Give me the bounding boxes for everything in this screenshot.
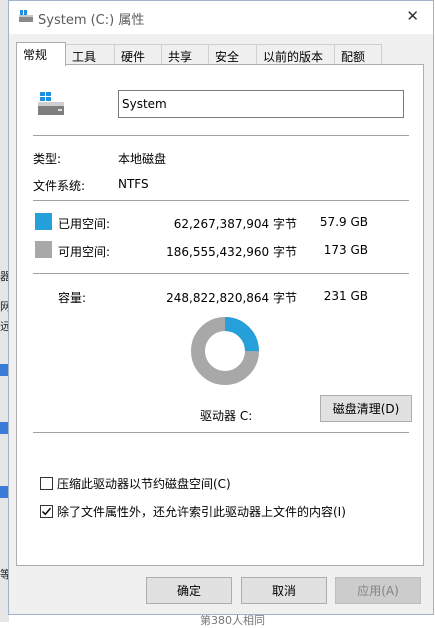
compress-label: 压缩此驱动器以节约磁盘空间(C)	[57, 477, 231, 491]
separator	[33, 135, 409, 136]
hard-drive-icon	[38, 92, 64, 115]
apply-button[interactable]: 应用(A)	[335, 577, 421, 604]
free-space-label: 可用空间:	[58, 245, 111, 259]
title-bar[interactable]: System (C:) 属性 ✕	[9, 1, 433, 34]
capacity-bytes: 248,822,820,864 字节	[166, 291, 297, 305]
used-space-size: 57.9 GB	[319, 215, 368, 229]
properties-dialog: System (C:) 属性 ✕ 常规 工具 硬件 共享 安全 以前的版本 配额…	[8, 0, 434, 615]
used-space-label: 已用空间:	[58, 217, 111, 231]
free-space-swatch	[35, 241, 52, 258]
tab-quota[interactable]: 配额	[334, 44, 382, 65]
separator	[33, 273, 409, 274]
compress-checkbox[interactable]	[40, 477, 53, 490]
tab-general[interactable]: 常规	[16, 42, 66, 66]
free-space-size: 173 GB	[323, 243, 368, 257]
type-label: 类型:	[33, 152, 62, 166]
tab-sharing[interactable]: 共享	[161, 44, 209, 65]
separator	[33, 200, 409, 201]
tab-security[interactable]: 安全	[208, 44, 257, 65]
filesystem-value: NTFS	[118, 177, 149, 191]
tab-previous-versions[interactable]: 以前的版本	[256, 44, 335, 65]
cancel-button[interactable]: 取消	[241, 577, 327, 604]
drive-letter-label: 驱动器 C:	[200, 409, 253, 423]
window-title: System (C:) 属性	[38, 13, 145, 28]
index-checkbox[interactable]	[40, 505, 53, 518]
checkmark-icon	[41, 507, 52, 516]
drive-name-input[interactable]	[118, 90, 404, 118]
general-tab-panel: 类型: 本地磁盘 文件系统: NTFS 已用空间: 62,267,387,904…	[16, 64, 424, 566]
separator	[33, 432, 409, 433]
index-label: 除了文件属性外，还允许索引此驱动器上文件的内容(I)	[57, 505, 346, 519]
ok-button[interactable]: 确定	[146, 577, 232, 604]
used-space-swatch	[35, 213, 52, 230]
drive-icon	[19, 10, 33, 22]
tab-tools[interactable]: 工具	[65, 44, 115, 65]
disk-usage-donut	[191, 317, 259, 385]
type-value: 本地磁盘	[118, 152, 167, 166]
disk-cleanup-button[interactable]: 磁盘清理(D)	[320, 395, 412, 422]
free-space-bytes: 186,555,432,960 字节	[166, 245, 297, 259]
close-icon[interactable]: ✕	[406, 7, 419, 25]
filesystem-label: 文件系统:	[33, 179, 86, 193]
capacity-label: 容量:	[58, 291, 87, 305]
tab-hardware[interactable]: 硬件	[114, 44, 162, 65]
capacity-size: 231 GB	[323, 289, 368, 303]
used-space-bytes: 62,267,387,904 字节	[173, 217, 297, 231]
